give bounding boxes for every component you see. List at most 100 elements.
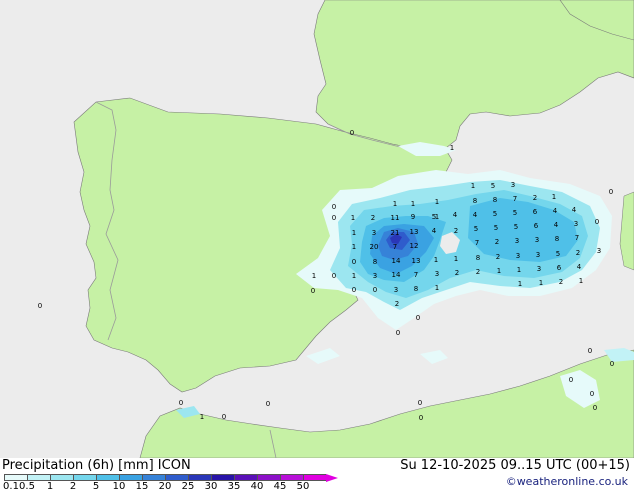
precip-value: 8 <box>555 235 559 243</box>
precip-value: 0 <box>569 376 573 384</box>
precip-value: 0 <box>416 314 420 322</box>
legend-tick: 30 <box>204 481 218 492</box>
precip-value: 0 <box>350 129 354 137</box>
precip-value: 0 <box>352 258 356 266</box>
valid-time: Su 12-10-2025 09..15 UTC (00+15) <box>400 458 630 473</box>
precip-value: 0 <box>396 329 400 337</box>
precip-value: 0 <box>352 286 356 294</box>
legend-tick: 1 <box>46 481 54 492</box>
precip-value: 9 <box>411 213 415 221</box>
map-title: Precipitation (6h) [mm] ICON <box>2 458 191 473</box>
legend-swatch <box>119 474 142 481</box>
precip-value: 3 <box>574 220 578 228</box>
precip-value: 7 <box>513 195 517 203</box>
precip-value: 1 <box>518 280 522 288</box>
precip-value: 8 <box>373 258 377 266</box>
precip-value: 6 <box>557 264 562 272</box>
precip-value: 0 <box>590 390 594 398</box>
precip-value: 7 <box>414 271 418 279</box>
precip-value: 2 <box>496 253 500 261</box>
legend-swatch <box>280 474 303 481</box>
map-canvas: 0100 11 1 11 5 312 11 9 5 48 8 7 2 14 5 5 6 4 41 3 21 13 4 2 5 5 5… <box>0 0 634 458</box>
precip-value: 1 <box>435 198 439 206</box>
precip-value: 1 <box>552 193 556 201</box>
legend-tick: 20 <box>158 481 172 492</box>
legend-swatch <box>211 474 234 481</box>
precip-value: 6 <box>534 222 539 230</box>
precip-value: 4 <box>554 221 559 229</box>
precip-value: 0 <box>418 399 422 407</box>
precip-value: 7 <box>393 243 397 251</box>
precip-value: 3 <box>535 236 539 244</box>
precip-value: 2 <box>454 227 458 235</box>
precip-value: 0 <box>588 347 592 355</box>
legend-tick: 25 <box>181 481 195 492</box>
precip-value: 8 <box>414 285 418 293</box>
precip-value: 2 <box>559 278 563 286</box>
precip-value: 5 <box>491 182 495 190</box>
precip-value: 8 <box>473 197 477 205</box>
legend-tick: 0.1 <box>3 481 19 492</box>
precip-value: 12 <box>410 242 419 250</box>
precip-value: 3 <box>372 229 376 237</box>
precip-value: 1 <box>517 266 521 274</box>
legend-tick: 35 <box>227 481 241 492</box>
precip-value: 0 <box>332 203 336 211</box>
precip-value: 1 <box>352 272 356 280</box>
legend-tick: 45 <box>273 481 287 492</box>
legend-tick: 15 <box>135 481 149 492</box>
credit-link[interactable]: ©weatheronline.co.uk <box>506 475 628 488</box>
precip-value: 8 <box>476 254 480 262</box>
precip-value: 1 <box>393 200 397 208</box>
precip-value: 3 <box>394 286 398 294</box>
legend-swatch <box>257 474 280 481</box>
precip-value: 7 <box>475 239 479 247</box>
precip-value: 21 <box>391 229 400 237</box>
precip-value: 4 <box>473 211 478 219</box>
legend-tick: 0.5 <box>19 481 35 492</box>
legend-swatch <box>96 474 119 481</box>
precip-value: 1 <box>352 243 356 251</box>
precip-value: 1 <box>471 182 475 190</box>
legend-swatch <box>303 474 326 481</box>
precip-value: 4 <box>577 263 582 271</box>
precip-value: 1 <box>539 279 543 287</box>
legend-tick: 40 <box>250 481 264 492</box>
precip-value: 1 <box>312 272 316 280</box>
precip-value: 1 <box>450 144 454 152</box>
precip-value: 1 <box>352 229 356 237</box>
precip-value: 14 <box>392 271 401 279</box>
legend-tick: 5 <box>92 481 100 492</box>
precip-value: 2 <box>533 194 537 202</box>
legend-tick: 2 <box>69 481 77 492</box>
precip-value: 14 <box>392 257 401 265</box>
precip-value: 3 <box>511 181 515 189</box>
precip-value: 13 <box>410 228 419 236</box>
legend-tick: 50 <box>296 481 310 492</box>
precip-value: 0 <box>373 286 377 294</box>
legend-swatch <box>234 474 257 481</box>
precip-value: 6 <box>533 208 538 216</box>
precip-value: 11 <box>391 214 400 222</box>
precip-value: 3 <box>373 272 377 280</box>
precip-value: 1 <box>497 267 501 275</box>
precip-value: 1 <box>454 255 458 263</box>
precip-value: 8 <box>493 196 497 204</box>
precip-value: 5 <box>514 223 518 231</box>
precip-value: 1 <box>434 256 438 264</box>
legend-swatch <box>50 474 73 481</box>
precip-value: 2 <box>455 269 459 277</box>
precip-value: 2 <box>476 268 480 276</box>
precip-value: 5 <box>494 224 498 232</box>
map-footer: Precipitation (6h) [mm] ICON Su 12-10-20… <box>0 458 634 492</box>
precip-value: 0 <box>266 400 270 408</box>
precip-value: 3 <box>516 252 520 260</box>
precip-value: 4 <box>453 211 458 219</box>
precip-value: 0 <box>419 414 423 422</box>
precip-value: 2 <box>395 300 399 308</box>
precip-value: 0 <box>332 214 336 222</box>
precip-value: 5 <box>493 210 497 218</box>
precip-value: 0 <box>222 413 226 421</box>
precip-value: 3 <box>435 270 439 278</box>
precip-value: 1 <box>200 413 204 421</box>
